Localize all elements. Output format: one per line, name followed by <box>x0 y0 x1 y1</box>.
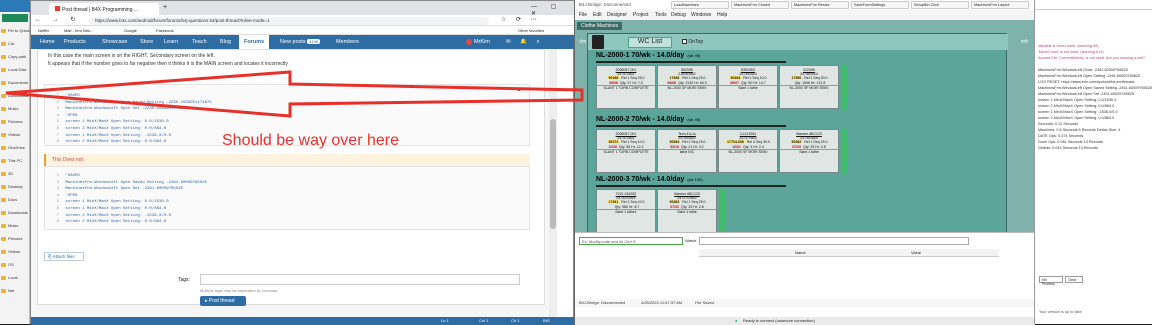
annotation-arrow <box>5 70 584 118</box>
callout-text: Should be way over here <box>222 132 399 149</box>
arrow-shape <box>5 70 584 118</box>
